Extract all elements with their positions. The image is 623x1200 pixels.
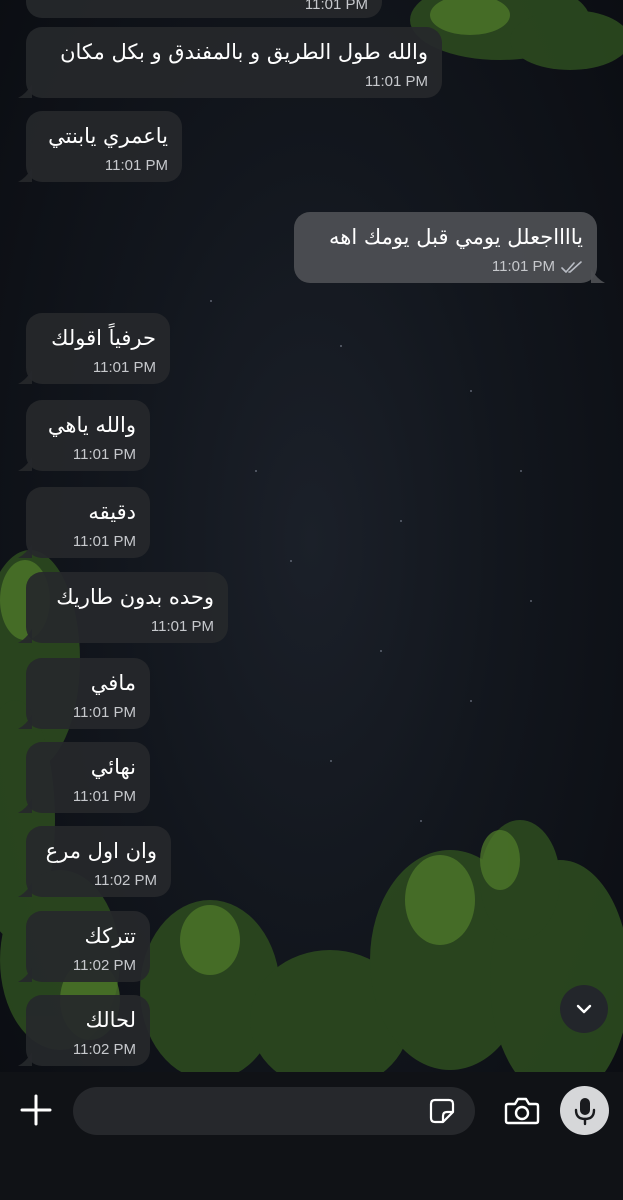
message-bubble-incoming[interactable]: دقيقه 11:01 PM (18, 487, 150, 558)
scroll-to-bottom-button[interactable] (560, 985, 608, 1033)
voice-record-button[interactable] (560, 1086, 609, 1135)
message-time: 11:02 PM (93, 872, 157, 889)
message-bubble-outgoing[interactable]: يااااجعلل يومي قبل يومك اهه 11:01 PM (294, 212, 605, 283)
message-time: 11:01 PM (72, 446, 136, 463)
message-text: يااااجعلل يومي قبل يومك اهه (329, 225, 583, 249)
attach-button[interactable] (16, 1090, 56, 1130)
message-bubble-incoming[interactable]: نهائي 11:01 PM (18, 742, 150, 813)
message-text: دقيقه (88, 500, 136, 524)
message-bubble-incoming[interactable]: لحالك 11:02 PM (18, 995, 150, 1066)
message-bubble-incoming[interactable]: وان اول مرع 11:02 PM (18, 826, 171, 897)
bubble-tail (18, 544, 32, 558)
bubble-tail (18, 1052, 32, 1066)
bubble-tail (18, 968, 32, 982)
bubble-tail (18, 799, 32, 813)
message-text: لحالك (85, 1008, 136, 1032)
message-time: 11:02 PM (72, 957, 136, 974)
message-time: 11:01 PM (364, 73, 428, 90)
message-bubble-incoming[interactable]: وحده بدون طاريك 11:01 PM (18, 572, 228, 643)
message-bubble-incoming[interactable]: ياعمري يابنتي 11:01 PM (18, 111, 182, 182)
message-text: وان اول مرع (45, 839, 157, 863)
message-time: 11:01 PM (72, 704, 136, 721)
message-bubble-incoming[interactable]: حرفياً اقولك 11:01 PM (18, 313, 170, 384)
bubble-tail (18, 629, 32, 643)
message-bubble-incoming[interactable]: تتركك 11:02 PM (18, 911, 150, 982)
camera-button[interactable] (502, 1091, 542, 1131)
read-receipt-icon (561, 260, 582, 273)
bubble-tail (18, 883, 32, 897)
message-text: تتركك (84, 924, 136, 948)
message-text: نهائي (90, 755, 136, 779)
bubble-tail (18, 715, 32, 729)
message-text: ياعمري يابنتي (48, 124, 168, 148)
message-time: 11:01 PM (72, 788, 136, 805)
bubble-tail (18, 457, 32, 471)
message-input[interactable] (73, 1087, 475, 1135)
camera-icon (504, 1097, 540, 1125)
message-text: والله ياهي (47, 413, 136, 437)
message-text: وحده بدون طاريك (56, 585, 214, 609)
chevron-down-icon (576, 1004, 592, 1014)
message-time: 11:01 PM (104, 157, 168, 174)
message-time: 11:01 PM (92, 359, 156, 376)
message-time: 11:02 PM (72, 1041, 136, 1058)
microphone-icon (574, 1097, 595, 1125)
bubble-tail (18, 168, 32, 182)
message-text: والله طول الطريق و بالمفندق و بكل مكان (60, 40, 428, 64)
message-bubble-partial[interactable]: 11:01 PM (26, 0, 382, 18)
bubble-tail (591, 269, 605, 283)
message-time: 11:01 PM (72, 533, 136, 550)
message-text: مافي (90, 671, 136, 695)
sticker-button[interactable] (427, 1096, 457, 1126)
message-bubble-incoming[interactable]: مافي 11:01 PM (18, 658, 150, 729)
message-time: 11:01 PM (304, 0, 368, 13)
message-time: 11:01 PM (150, 618, 214, 635)
bubble-tail (18, 370, 32, 384)
message-time: 11:01 PM (491, 258, 555, 275)
plus-icon (20, 1094, 52, 1126)
bubble-tail (18, 84, 32, 98)
sticker-icon (429, 1098, 455, 1124)
message-bubble-incoming[interactable]: والله طول الطريق و بالمفندق و بكل مكان 1… (18, 27, 442, 98)
message-text: حرفياً اقولك (51, 326, 156, 350)
message-bubble-incoming[interactable]: والله ياهي 11:01 PM (18, 400, 150, 471)
